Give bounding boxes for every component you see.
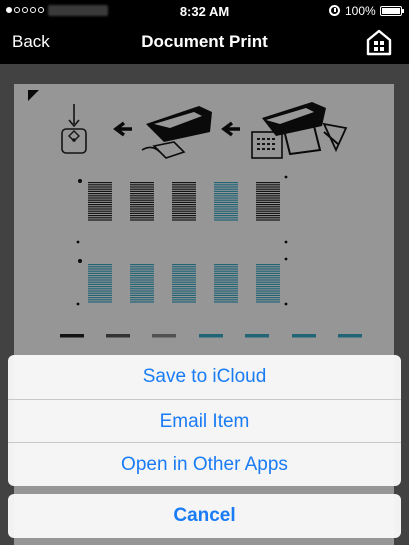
email-item-button[interactable]: Email Item [8,398,401,443]
open-in-other-apps-button[interactable]: Open in Other Apps [8,442,401,486]
home-icon[interactable] [366,28,392,56]
alarm-icon [329,5,340,16]
save-to-icloud-button[interactable]: Save to iCloud [8,355,401,399]
action-sheet: Save to iCloud Email Item Open in Other … [8,355,401,486]
battery-percentage: 100% [345,4,376,18]
page-title: Document Print [141,32,268,51]
cancel-button[interactable]: Cancel [8,494,401,538]
battery-icon [380,6,404,16]
status-bar: 8:32 AM 100% [0,0,409,22]
action-sheet-cancel-group: Cancel [8,494,401,538]
navigation-bar: Back Document Print [0,22,409,64]
